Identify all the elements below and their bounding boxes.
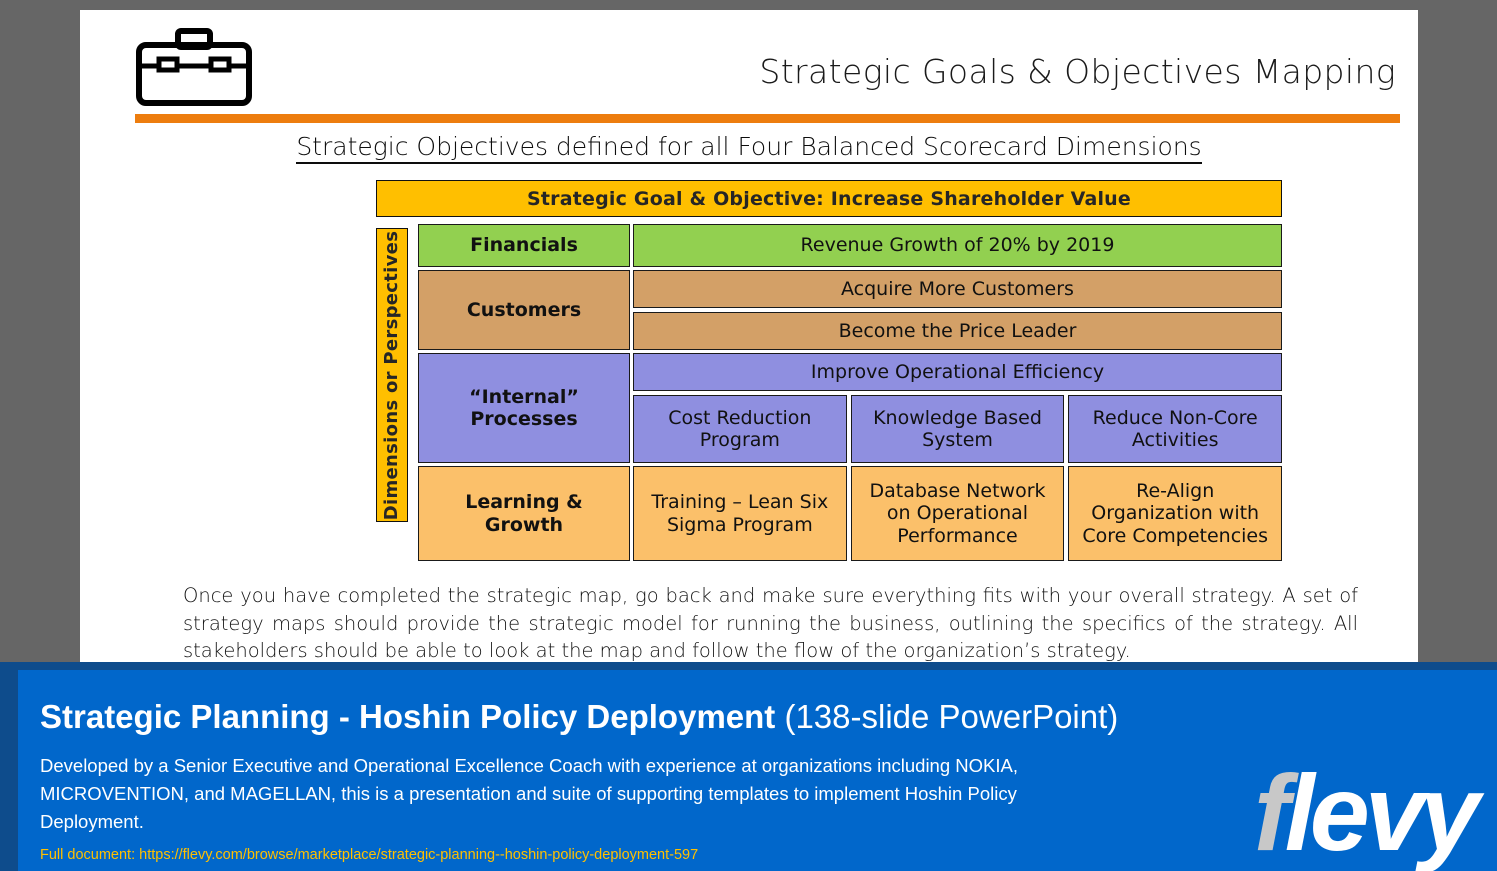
objective-sub-row: Training – Lean Six Sigma Program Databa…	[633, 466, 1283, 561]
table-row: Learning & Growth Training – Lean Six Si…	[418, 466, 1283, 561]
promo-full-document-link[interactable]: Full document: https://flevy.com/browse/…	[40, 847, 698, 863]
objective-cell: Improve Operational Efficiency	[633, 353, 1282, 391]
table-row: Customers Acquire More Customers Become …	[418, 270, 1282, 350]
strategic-goal-bar: Strategic Goal & Objective: Increase Sha…	[376, 180, 1282, 217]
dimensions-axis-label: Dimensions or Perspectives	[376, 228, 408, 522]
objective-cell: Re-Align Organization with Core Competen…	[1068, 466, 1283, 561]
table-row: Financials Revenue Growth of 20% by 2019	[418, 224, 1282, 267]
flevy-logo-rest: levy	[1284, 752, 1480, 871]
table-row: “Internal” Processes Improve Operational…	[418, 353, 1283, 463]
header-accent-rule	[135, 114, 1400, 123]
slide-header: Strategic Goals & Objectives Mapping	[80, 10, 1418, 123]
objective-cell: Revenue Growth of 20% by 2019	[633, 224, 1282, 267]
promo-title-light: (138-slide PowerPoint)	[784, 698, 1119, 735]
flevy-logo-f: f	[1253, 752, 1290, 871]
promo-title-bold: Strategic Planning - Hoshin Policy Deplo…	[40, 698, 776, 735]
promo-footer: Strategic Planning - Hoshin Policy Deplo…	[0, 662, 1497, 871]
objectives-internal-processes: Improve Operational Efficiency Cost Redu…	[633, 353, 1283, 463]
balanced-scorecard-matrix: Strategic Goal & Objective: Increase Sha…	[294, 170, 1418, 570]
objective-sub-row: Cost Reduction Program Knowledge Based S…	[633, 395, 1283, 463]
perspective-label-internal-processes: “Internal” Processes	[418, 353, 630, 463]
objective-cell: Become the Price Leader	[633, 312, 1282, 350]
perspective-label-learning-growth: Learning & Growth	[418, 466, 630, 561]
objective-cell: Database Network on Operational Performa…	[850, 466, 1065, 561]
objective-cell: Acquire More Customers	[633, 270, 1282, 308]
promo-description: Developed by a Senior Executive and Oper…	[40, 755, 1018, 832]
promo-footer-inner: Strategic Planning - Hoshin Policy Deplo…	[18, 670, 1497, 871]
page-title: Strategic Goals & Objectives Mapping	[759, 52, 1396, 91]
objectives-financials: Revenue Growth of 20% by 2019	[633, 224, 1282, 267]
body-paragraph: Once you have completed the strategic ma…	[183, 584, 1358, 663]
objective-cell: Knowledge Based System	[850, 395, 1065, 463]
objective-cell: Reduce Non-Core Activities	[1068, 395, 1283, 463]
dimensions-axis-label-text: Dimensions or Perspectives	[381, 230, 403, 520]
slide-subtitle: Strategic Objectives defined for all Fou…	[80, 132, 1418, 164]
objective-cell: Training – Lean Six Sigma Program	[633, 466, 847, 561]
perspective-label-customers: Customers	[418, 270, 630, 350]
perspective-label-financials: Financials	[418, 224, 630, 267]
slide-subtitle-text: Strategic Objectives defined for all Fou…	[296, 132, 1202, 164]
matrix-rows: Financials Revenue Growth of 20% by 2019…	[418, 224, 1283, 564]
objective-cell: Cost Reduction Program	[633, 395, 847, 463]
objectives-customers: Acquire More Customers Become the Price …	[633, 270, 1282, 350]
briefcase-icon	[136, 28, 252, 106]
promo-title: Strategic Planning - Hoshin Policy Deplo…	[40, 698, 1118, 736]
slide-canvas: Strategic Goals & Objectives Mapping Str…	[80, 10, 1418, 663]
objectives-learning-growth: Training – Lean Six Sigma Program Databa…	[633, 466, 1283, 561]
flevy-logo[interactable]: flevy	[1254, 759, 1480, 867]
